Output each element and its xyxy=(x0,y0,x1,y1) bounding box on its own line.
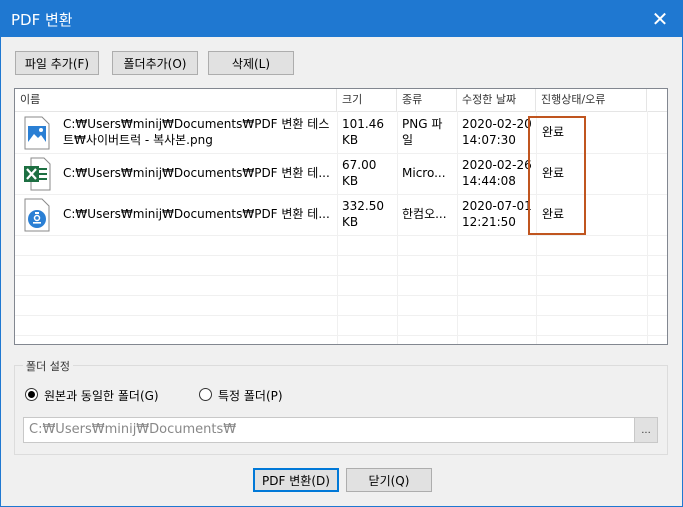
file-name-continued: 트₩사이버트럭 - 복사본.png xyxy=(63,133,213,147)
file-name: C:₩Users₩minij₩Documents₩PDF 변환 테스 xyxy=(63,117,330,131)
row-divider xyxy=(15,315,667,316)
file-type: 한컴오... xyxy=(402,207,447,221)
modified-time: 14:07:30 xyxy=(462,133,516,147)
close-button[interactable]: 닫기(Q) xyxy=(346,468,432,492)
radio-selected-dot xyxy=(28,391,35,398)
folder-path-field[interactable]: C:₩Users₩minij₩Documents₩ ... xyxy=(23,417,658,443)
modified-time: 14:44:08 xyxy=(462,174,516,188)
column-header-status[interactable]: 진행상태/오류 xyxy=(536,89,647,111)
file-name: C:₩Users₩minij₩Documents₩PDF 변환 테... xyxy=(63,166,330,180)
status-highlight-box xyxy=(528,116,586,235)
excel-file-icon xyxy=(24,157,51,191)
add-file-button[interactable]: 파일 추가(F) xyxy=(15,51,99,75)
hancom-file-icon xyxy=(24,198,50,232)
add-folder-button[interactable]: 폴더추가(O) xyxy=(112,51,198,75)
file-list[interactable]: 이름 크기 종류 수정한 날짜 진행상태/오류 C:₩Users₩minij₩D… xyxy=(14,88,668,345)
modified-time: 12:21:50 xyxy=(462,215,516,229)
browse-button[interactable]: ... xyxy=(634,418,657,442)
pdf-convert-button[interactable]: PDF 변환(D) xyxy=(253,468,339,492)
file-type: PNG 파 xyxy=(402,117,443,131)
row-divider xyxy=(15,255,667,256)
same-folder-radio[interactable] xyxy=(25,388,38,401)
modified-date: 2020-02-26 xyxy=(462,158,532,172)
close-icon[interactable]: ✕ xyxy=(638,1,682,37)
modified-date: 2020-02-20 xyxy=(462,117,532,131)
column-header-date[interactable]: 수정한 날짜 xyxy=(457,89,536,111)
file-size: 67.00 xyxy=(342,158,377,172)
row-divider xyxy=(15,335,667,336)
list-header: 이름 크기 종류 수정한 날짜 진행상태/오류 xyxy=(15,89,667,112)
specific-folder-label[interactable]: 특정 폴더(P) xyxy=(218,387,283,404)
row-divider xyxy=(15,275,667,276)
file-size: 101.46 xyxy=(342,117,384,131)
pdf-convert-dialog: PDF 변환 ✕ 파일 추가(F) 폴더추가(O) 삭제(L) 이름 크기 종류… xyxy=(0,0,683,507)
column-header-type[interactable]: 종류 xyxy=(397,89,457,111)
column-header-name[interactable]: 이름 xyxy=(15,89,337,111)
file-size-unit: KB xyxy=(342,133,359,147)
delete-button[interactable]: 삭제(L) xyxy=(208,51,294,75)
same-folder-label[interactable]: 원본과 동일한 폴더(G) xyxy=(44,387,159,404)
row-divider xyxy=(15,235,667,236)
file-size: 332.50 xyxy=(342,199,384,213)
image-file-icon xyxy=(24,116,50,150)
row-divider xyxy=(15,295,667,296)
file-type-continued: 일 xyxy=(402,133,414,147)
column-header-size[interactable]: 크기 xyxy=(337,89,397,111)
folder-path-text: C:₩Users₩minij₩Documents₩ xyxy=(29,422,237,437)
modified-date: 2020-07-01 xyxy=(462,199,532,213)
specific-folder-radio[interactable] xyxy=(199,388,212,401)
file-name: C:₩Users₩minij₩Documents₩PDF 변환 테... xyxy=(63,207,330,221)
file-size-unit: KB xyxy=(342,174,359,188)
file-size-unit: KB xyxy=(342,215,359,229)
folder-settings-title: 폴더 설정 xyxy=(23,358,73,374)
window-title: PDF 변환 xyxy=(11,11,73,29)
file-type: Micro... xyxy=(402,166,446,180)
title-bar: PDF 변환 ✕ xyxy=(1,1,682,37)
